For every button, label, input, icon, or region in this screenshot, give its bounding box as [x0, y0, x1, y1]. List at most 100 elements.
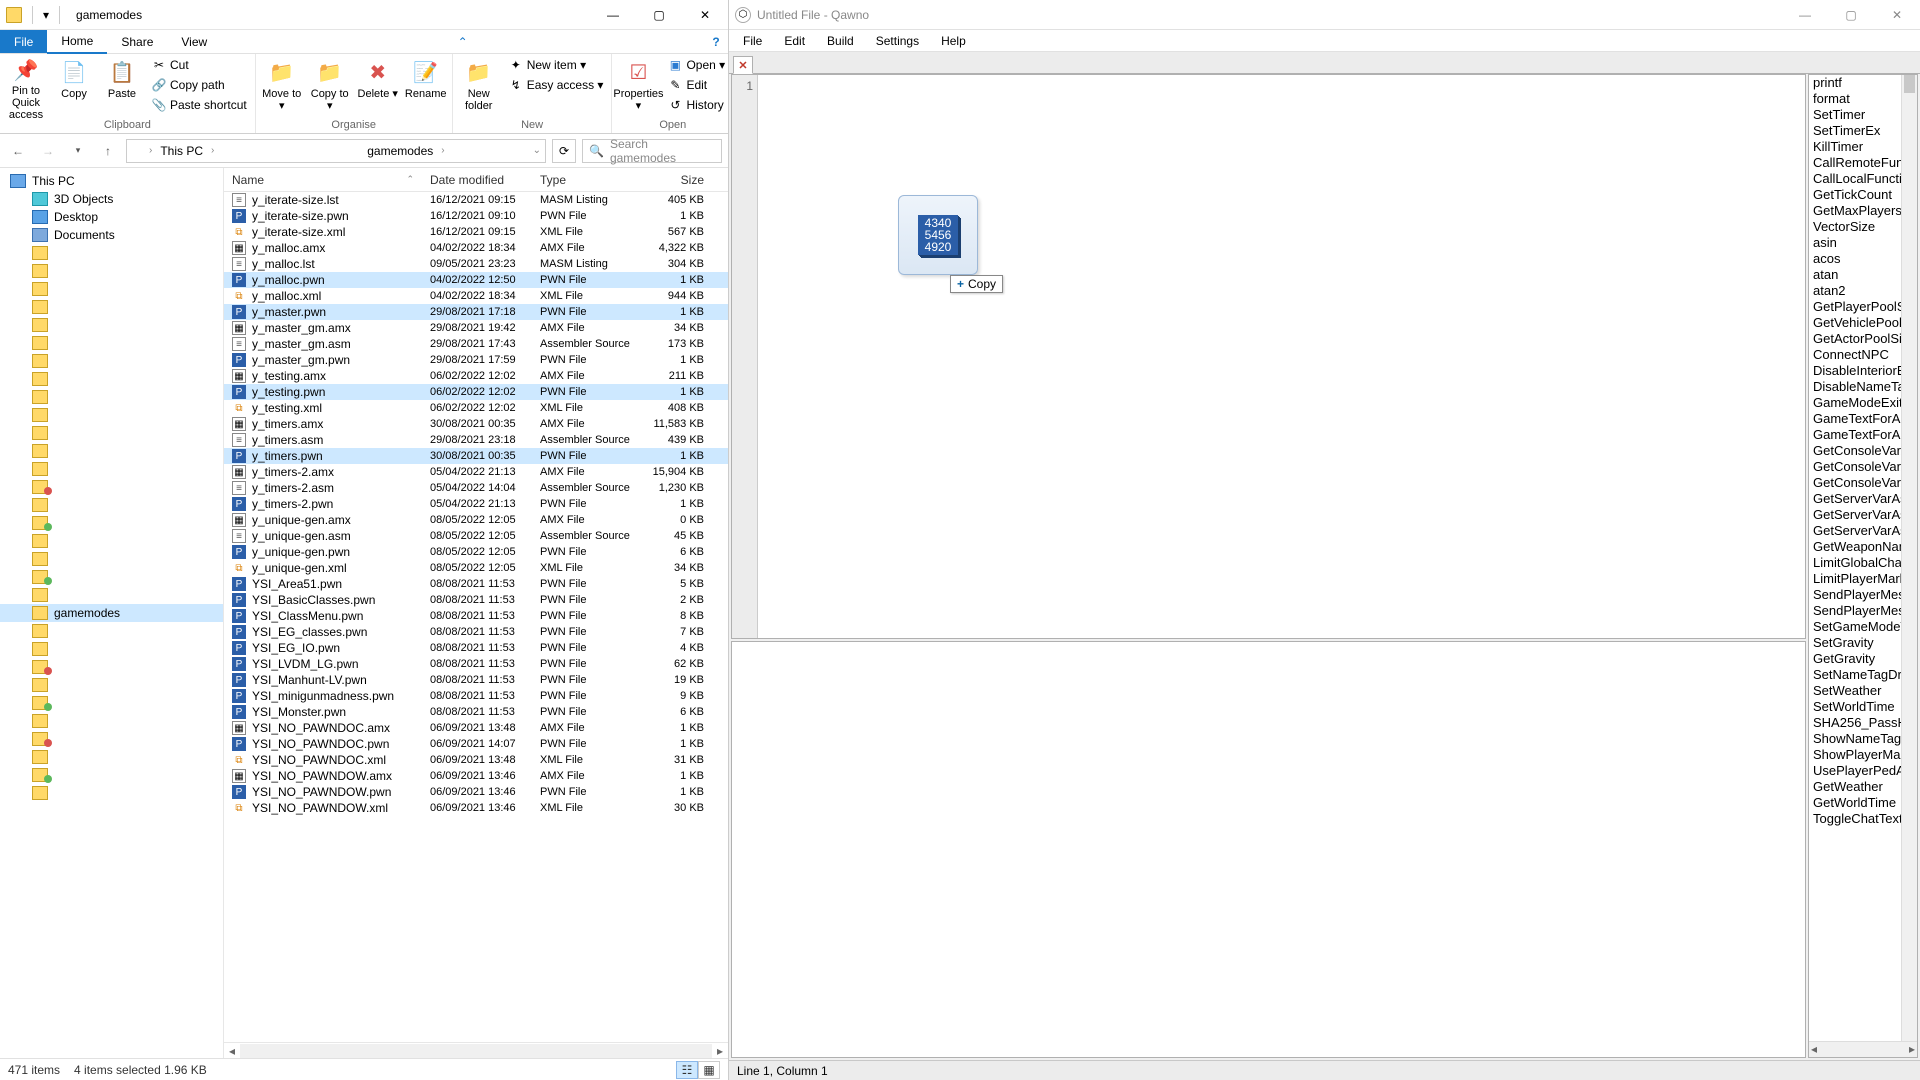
scroll-right-icon[interactable]: ▸ — [712, 1044, 728, 1058]
chevron-right-icon[interactable]: › — [441, 145, 444, 156]
tree-item[interactable] — [0, 352, 223, 370]
qat-dropdown-icon[interactable]: ▾ — [43, 8, 49, 22]
file-row[interactable]: ≡y_master_gm.asm29/08/2021 17:43Assemble… — [224, 336, 728, 352]
file-row[interactable]: PYSI_ClassMenu.pwn08/08/2021 11:53PWN Fi… — [224, 608, 728, 624]
tab-file[interactable]: File — [0, 30, 47, 53]
editor-pane[interactable]: 1 4340 5456 4920 +Copy — [731, 74, 1806, 639]
h-scrollbar[interactable]: ◂ ▸ — [224, 1042, 728, 1058]
function-list[interactable]: printfformatSetTimerSetTimerExKillTimerC… — [1808, 74, 1918, 1058]
tree-item[interactable] — [0, 370, 223, 388]
scroll-left-icon[interactable]: ◂ — [224, 1044, 240, 1058]
file-row[interactable]: Py_unique-gen.pwn08/05/2022 12:05PWN Fil… — [224, 544, 728, 560]
menu-help[interactable]: Help — [931, 34, 976, 48]
tree-desktop[interactable]: Desktop — [0, 208, 223, 226]
file-row[interactable]: ▦YSI_NO_PAWNDOW.amx06/09/2021 13:46AMX F… — [224, 768, 728, 784]
close-button[interactable]: ✕ — [1874, 0, 1920, 30]
tree-item[interactable] — [0, 784, 223, 802]
tree-item[interactable] — [0, 694, 223, 712]
tree-item[interactable] — [0, 676, 223, 694]
chevron-right-icon[interactable]: › — [211, 145, 214, 156]
tree-item[interactable] — [0, 298, 223, 316]
file-row[interactable]: ▦y_unique-gen.amx08/05/2022 12:05AMX Fil… — [224, 512, 728, 528]
v-scrollbar[interactable] — [1901, 75, 1917, 1041]
tree-item[interactable] — [0, 712, 223, 730]
back-button[interactable]: ← — [6, 139, 30, 163]
new-item-button[interactable]: ✦New item ▾ — [505, 56, 608, 74]
tab-view[interactable]: View — [167, 30, 221, 53]
address-bar[interactable]: › This PC › gamemodes › ⌄ — [126, 139, 546, 163]
properties-button[interactable]: ☑Properties ▾ — [616, 56, 660, 116]
tree-item[interactable] — [0, 388, 223, 406]
history-button[interactable]: ↺History — [664, 96, 729, 114]
menu-file[interactable]: File — [733, 34, 772, 48]
file-row[interactable]: PYSI_Area51.pwn08/08/2021 11:53PWN File5… — [224, 576, 728, 592]
scrollbar-thumb[interactable] — [1904, 75, 1915, 93]
file-row[interactable]: ⧉YSI_NO_PAWNDOC.xml06/09/2021 13:48XML F… — [224, 752, 728, 768]
forward-button[interactable]: → — [36, 139, 60, 163]
tree-item[interactable] — [0, 334, 223, 352]
edit-button[interactable]: ✎Edit — [664, 76, 729, 94]
file-row[interactable]: PYSI_EG_classes.pwn08/08/2021 11:53PWN F… — [224, 624, 728, 640]
easy-access-button[interactable]: ↯Easy access ▾ — [505, 76, 608, 94]
file-row[interactable]: PYSI_LVDM_LG.pwn08/08/2021 11:53PWN File… — [224, 656, 728, 672]
rename-button[interactable]: 📝Rename — [404, 56, 448, 116]
ribbon-collapse-icon[interactable]: ⌃ — [451, 30, 475, 53]
file-row[interactable]: ≡y_timers-2.asm05/04/2022 14:04Assembler… — [224, 480, 728, 496]
delete-button[interactable]: ✖Delete ▾ — [356, 56, 400, 116]
tree-item[interactable] — [0, 316, 223, 334]
file-row[interactable]: ≡y_unique-gen.asm08/05/2022 12:05Assembl… — [224, 528, 728, 544]
file-row[interactable]: ⧉y_testing.xml06/02/2022 12:02XML File40… — [224, 400, 728, 416]
output-pane[interactable] — [731, 641, 1806, 1058]
menu-edit[interactable]: Edit — [774, 34, 815, 48]
recent-button[interactable]: ▾ — [66, 139, 90, 163]
tree-item[interactable] — [0, 658, 223, 676]
file-row[interactable]: PYSI_BasicClasses.pwn08/08/2021 11:53PWN… — [224, 592, 728, 608]
col-modified[interactable]: Date modified — [422, 173, 532, 187]
file-row[interactable]: ⧉y_iterate-size.xml16/12/2021 09:15XML F… — [224, 224, 728, 240]
refresh-button[interactable]: ⟳ — [552, 139, 576, 163]
copy-path-button[interactable]: 🔗Copy path — [148, 76, 251, 94]
breadcrumb-gamemodes[interactable]: gamemodes — [363, 144, 437, 158]
copy-button[interactable]: 📄Copy — [52, 56, 96, 116]
tree-3d-objects[interactable]: 3D Objects — [0, 190, 223, 208]
file-row[interactable]: ▦y_testing.amx06/02/2022 12:02AMX File21… — [224, 368, 728, 384]
col-size[interactable]: Size — [642, 173, 712, 187]
up-button[interactable]: ↑ — [96, 139, 120, 163]
col-name[interactable]: Name⌃ — [224, 173, 422, 187]
file-row[interactable]: ≡y_malloc.lst09/05/2021 23:23MASM Listin… — [224, 256, 728, 272]
tree-item[interactable] — [0, 442, 223, 460]
paste-button[interactable]: 📋Paste — [100, 56, 144, 116]
tree-item[interactable] — [0, 586, 223, 604]
h-scrollbar[interactable]: ◂▸ — [1809, 1041, 1917, 1057]
tree-item[interactable] — [0, 244, 223, 262]
file-row[interactable]: Py_master_gm.pwn29/08/2021 17:59PWN File… — [224, 352, 728, 368]
tree-item[interactable] — [0, 550, 223, 568]
file-row[interactable]: ▦y_timers.amx30/08/2021 00:35AMX File11,… — [224, 416, 728, 432]
tree-item[interactable] — [0, 424, 223, 442]
file-row[interactable]: Py_testing.pwn06/02/2022 12:02PWN File1 … — [224, 384, 728, 400]
file-list[interactable]: ≡y_iterate-size.lst16/12/2021 09:15MASM … — [224, 192, 728, 1042]
chevron-down-icon[interactable]: ⌄ — [533, 145, 541, 156]
file-row[interactable]: ⧉y_unique-gen.xml08/05/2022 12:05XML Fil… — [224, 560, 728, 576]
tree-item[interactable] — [0, 532, 223, 550]
tree-item[interactable] — [0, 766, 223, 784]
file-row[interactable]: ≡y_timers.asm29/08/2021 23:18Assembler S… — [224, 432, 728, 448]
tree-this-pc[interactable]: This PC — [0, 172, 223, 190]
maximize-button[interactable]: ▢ — [636, 0, 682, 30]
file-row[interactable]: Py_iterate-size.pwn16/12/2021 09:10PWN F… — [224, 208, 728, 224]
file-row[interactable]: PYSI_NO_PAWNDOC.pwn06/09/2021 14:07PWN F… — [224, 736, 728, 752]
file-row[interactable]: Py_malloc.pwn04/02/2022 12:50PWN File1 K… — [224, 272, 728, 288]
tree-item-gamemodes[interactable]: gamemodes — [0, 604, 223, 622]
tree-item[interactable] — [0, 640, 223, 658]
file-row[interactable]: ▦y_malloc.amx04/02/2022 18:34AMX File4,3… — [224, 240, 728, 256]
file-row[interactable]: Py_master.pwn29/08/2021 17:18PWN File1 K… — [224, 304, 728, 320]
new-folder-button[interactable]: 📁New folder — [457, 56, 501, 116]
file-row[interactable]: PYSI_Monster.pwn08/08/2021 11:53PWN File… — [224, 704, 728, 720]
close-button[interactable]: ✕ — [682, 0, 728, 30]
tree-item[interactable] — [0, 406, 223, 424]
file-row[interactable]: PYSI_NO_PAWNDOW.pwn06/09/2021 13:46PWN F… — [224, 784, 728, 800]
chevron-right-icon[interactable]: › — [149, 145, 152, 156]
maximize-button[interactable]: ▢ — [1828, 0, 1874, 30]
tree-documents[interactable]: Documents — [0, 226, 223, 244]
col-type[interactable]: Type — [532, 173, 642, 187]
